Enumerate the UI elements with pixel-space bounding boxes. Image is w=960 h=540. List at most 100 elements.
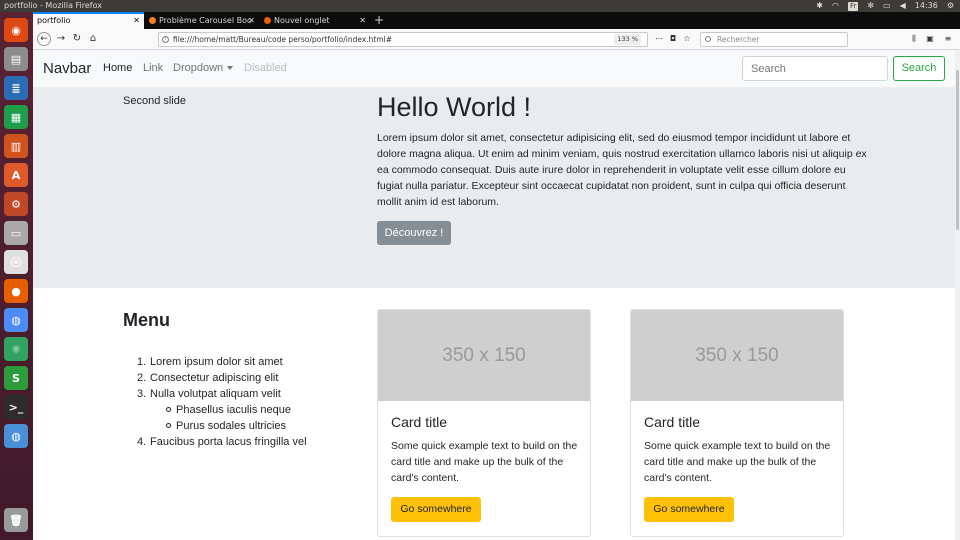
nav-link-disabled: Disabled [244, 62, 287, 74]
atom-icon[interactable]: ⚛ [4, 337, 28, 361]
files-icon[interactable]: ▤ [4, 47, 28, 71]
zoom-level-badge[interactable]: 133 % [614, 34, 641, 45]
close-tab-icon[interactable]: ✕ [248, 12, 255, 29]
calc-icon[interactable]: ▦ [4, 105, 28, 129]
list-item: 2. Consectetur adipiscing elit [137, 372, 279, 384]
ubuntu-launcher: ◉ ▤ ≣ ▦ ▥ A ⚙ ▭ ⦿ ● ◍ ⚛ S >_ ◍ 🗑 [0, 12, 33, 540]
site-search-input[interactable] [742, 56, 888, 81]
bluetooth-icon[interactable]: ✻ [867, 0, 874, 12]
page-viewport: Navbar Home Link Dropdown Disabled Searc… [33, 50, 960, 540]
tab-label: portfolio [37, 16, 71, 25]
chromium-icon[interactable]: ◍ [4, 424, 28, 448]
go-somewhere-button[interactable]: Go somewhere [391, 497, 481, 522]
site-navbar: Navbar Home Link Dropdown Disabled Searc… [33, 50, 955, 88]
os-top-panel: portfolio - Mozilla Firefox ✱ ◠ Fr ✻ ▭ ◀… [0, 0, 960, 12]
list-item-label: Lorem ipsum dolor sit amet [150, 356, 283, 368]
card-image-placeholder: 350 x 150 [631, 310, 843, 401]
menu-list: 1. Lorem ipsum dolor sit amet 2. Consectet… [137, 354, 310, 450]
list-item-label: Faucibus porta lacus fringilla vel [150, 436, 307, 448]
forward-arrow-icon[interactable]: → [54, 32, 68, 46]
scrollbar-thumb[interactable] [956, 70, 959, 230]
go-somewhere-button[interactable]: Go somewhere [644, 497, 734, 522]
close-tab-icon[interactable]: ✕ [359, 12, 366, 29]
card-text: Some quick example text to build on the … [391, 440, 578, 484]
tab-label: Nouvel onglet [274, 16, 330, 25]
firefox-icon[interactable]: ● [4, 279, 28, 303]
nav-link-link[interactable]: Link [143, 62, 163, 74]
impress-icon[interactable]: ▥ [4, 134, 28, 158]
browser-tab-strip: portfolio ✕ Problème Carousel Boo ✕ Nouv… [33, 12, 960, 29]
writer-icon[interactable]: ≣ [4, 76, 28, 100]
search-magnifier-icon [705, 36, 711, 42]
nested-list: Phasellus iaculis neque Purus sodales ul… [150, 402, 310, 434]
tab-portfolio[interactable]: portfolio ✕ [33, 12, 144, 29]
card-image-placeholder: 350 x 150 [378, 310, 590, 401]
card-text: Some quick example text to build on the … [644, 440, 831, 484]
list-item: 4. Faucibus porta lacus fringilla vel [137, 436, 307, 448]
navbar-brand[interactable]: Navbar [43, 60, 91, 77]
pocket-icon[interactable]: ◘ [667, 32, 679, 46]
close-tab-icon[interactable]: ✕ [133, 14, 140, 28]
logout-icon[interactable]: ⦿ [4, 250, 28, 274]
terminal-icon[interactable]: >_ [4, 395, 28, 419]
site-search-button[interactable]: Search [893, 56, 945, 81]
list-item-label: Nulla volutpat aliquam velit [150, 388, 281, 400]
wifi-icon[interactable]: ◠ [832, 0, 839, 12]
nav-link-home[interactable]: Home [103, 62, 132, 74]
sidebar-icon[interactable]: ▣ [924, 32, 936, 46]
software-center-icon[interactable]: A [4, 163, 28, 187]
reload-icon[interactable]: ↻ [70, 32, 84, 46]
discover-button[interactable]: Découvrez ! [377, 221, 451, 245]
ubuntu-dash-icon[interactable]: ◉ [4, 18, 28, 42]
system-tray: ✱ ◠ Fr ✻ ▭ ◀ 14:36 ⚙ [816, 0, 954, 12]
nav-dropdown[interactable]: Dropdown [173, 62, 234, 74]
drive-icon[interactable]: ▭ [4, 221, 28, 245]
settings-icon[interactable]: ⚙ [4, 192, 28, 216]
back-arrow-icon[interactable]: ← [37, 32, 51, 46]
nested-list-item: Purus sodales ultricies [166, 418, 310, 434]
hamburger-menu-icon[interactable]: ≡ [942, 32, 954, 46]
chrome-icon[interactable]: ◍ [4, 308, 28, 332]
home-icon[interactable]: ⌂ [86, 32, 100, 46]
tab-carousel-problem[interactable]: Problème Carousel Boo ✕ [145, 12, 259, 29]
caret-down-icon [227, 66, 234, 71]
bullet-circle-icon [166, 407, 171, 412]
site-info-icon[interactable]: i [162, 36, 169, 43]
tab-label: Problème Carousel Boo [159, 16, 252, 25]
page-actions-ellipsis-icon[interactable]: ⋯ [653, 32, 665, 46]
card-title: Card title [391, 414, 448, 430]
list-item-label: Consectetur adipiscing elit [150, 372, 279, 384]
page-scrollbar[interactable] [955, 50, 960, 540]
trash-icon[interactable]: 🗑 [4, 508, 28, 532]
network-share-icon[interactable]: ✱ [816, 0, 823, 12]
browser-search-field[interactable]: Rechercher [700, 32, 848, 47]
browser-nav-toolbar: ← → ↻ ⌂ i file:///home/matt/Bureau/code … [33, 29, 960, 50]
menu-title: Menu [123, 310, 170, 330]
hero-title: Hello World ! [377, 92, 532, 122]
battery-icon[interactable]: ▭ [883, 0, 891, 12]
hero-paragraph: Lorem ipsum dolor sit amet, consectetur … [377, 132, 867, 208]
keyboard-layout-indicator[interactable]: Fr [847, 1, 859, 11]
list-item: 3. Nulla volutpat aliquam velit Phasellus… [137, 386, 310, 434]
window-title: portfolio - Mozilla Firefox [4, 1, 103, 10]
library-icon[interactable]: ⫼ [908, 32, 920, 46]
clock[interactable]: 14:36 [915, 0, 938, 12]
url-text: file:///home/matt/Bureau/code perso/port… [173, 35, 393, 44]
sublime-icon[interactable]: S [4, 366, 28, 390]
volume-icon[interactable]: ◀ [900, 0, 906, 12]
power-gear-icon[interactable]: ⚙ [947, 0, 954, 12]
hero-jumbotron: Second slide Hello World ! Lorem ipsum d… [33, 88, 955, 288]
nested-list-item: Phasellus iaculis neque [166, 402, 310, 418]
card: 350 x 150 Card title Some quick example … [630, 309, 844, 537]
card-title: Card title [644, 414, 701, 430]
url-bar[interactable]: i file:///home/matt/Bureau/code perso/po… [158, 32, 648, 47]
bullet-circle-icon [166, 423, 171, 428]
card: 350 x 150 Card title Some quick example … [377, 309, 591, 537]
new-tab-plus-icon[interactable]: + [370, 12, 388, 29]
list-item: 1. Lorem ipsum dolor sit amet [137, 356, 283, 368]
tab-new-tab[interactable]: Nouvel onglet ✕ [260, 12, 370, 29]
bookmark-star-icon[interactable]: ☆ [681, 32, 693, 46]
nav-dropdown-label: Dropdown [173, 62, 224, 74]
stackoverflow-favicon-icon [149, 17, 156, 24]
carousel-slide-label: Second slide [123, 95, 186, 107]
